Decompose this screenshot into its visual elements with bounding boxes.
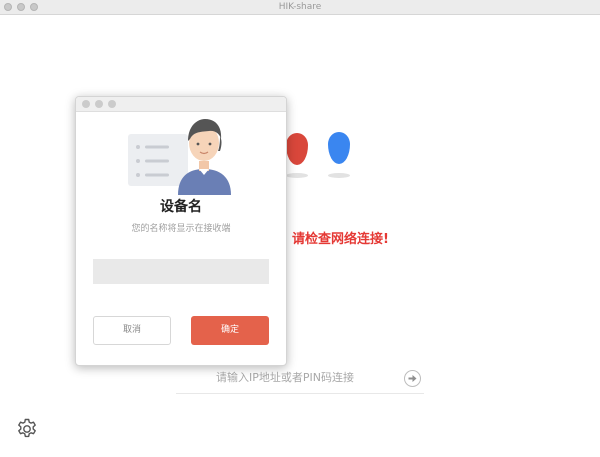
user-avatar-illustration [128, 119, 231, 195]
red-pin-shadow [286, 173, 308, 178]
device-name-input[interactable] [93, 259, 269, 284]
dialog-title: 设备名 [160, 199, 202, 215]
ip-pin-input[interactable]: 请输入IP地址或者PIN码连接 [176, 364, 424, 394]
settings-gear-icon[interactable] [15, 417, 39, 441]
network-error-message: 请检查网络连接! [292, 232, 389, 247]
dialog-titlebar [76, 97, 286, 112]
dialog-minimize-button[interactable] [95, 100, 103, 108]
confirm-button[interactable]: 确定 [191, 316, 269, 345]
window-title: HIK-share [278, 2, 322, 12]
dialog-subtitle: 您的名称将显示在接收端 [131, 224, 231, 234]
window-titlebar: HIK-share [0, 0, 600, 15]
device-name-dialog: 设备名 您的名称将显示在接收端 取消 确定 [75, 96, 287, 366]
blue-pin-shadow [328, 173, 350, 178]
connect-button[interactable] [404, 370, 421, 387]
blue-pin-icon [328, 132, 350, 164]
red-pin-icon [286, 133, 308, 165]
dialog-zoom-button[interactable] [108, 100, 116, 108]
arrow-right-circle-icon [408, 375, 417, 382]
dialog-close-button[interactable] [82, 100, 90, 108]
cancel-button[interactable]: 取消 [93, 316, 171, 345]
ip-pin-placeholder: 请输入IP地址或者PIN码连接 [216, 371, 354, 384]
